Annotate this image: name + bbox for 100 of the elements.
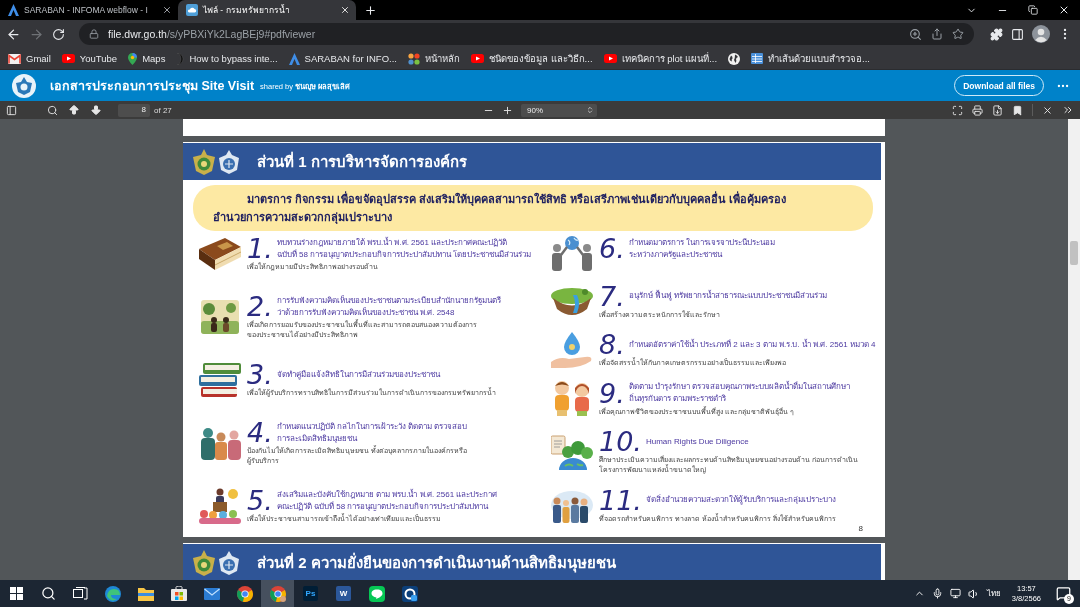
bookmark-link[interactable]: Maps: [128, 52, 166, 65]
bookmark-link[interactable]: หน้าหลัก: [407, 51, 460, 66]
item-number: 1.: [247, 235, 273, 262]
globe-icon[interactable]: [728, 52, 741, 65]
address-field[interactable]: file.dwr.go.th/s/yPBXiYk2LagBEj9#pdfviewer: [79, 23, 974, 45]
bookmark-link[interactable]: SARABAN for INFO...: [288, 52, 397, 65]
browser-tab[interactable]: ไฟล์ - กรมทรัพยากรน้ำ: [178, 0, 356, 20]
triangle-logo-icon: [8, 4, 19, 16]
select-arrows-icon: [586, 106, 594, 114]
task-view-icon[interactable]: [72, 587, 88, 600]
shopping-bag-icon: [170, 586, 187, 601]
bookmark-link[interactable]: ทำเส้นด้วยแบบสำรวจอ...: [751, 51, 870, 66]
emblem-icon: [219, 149, 239, 174]
cloud-icon: [186, 4, 198, 16]
taskbar-button[interactable]: Ps: [294, 580, 327, 607]
taskbar-button[interactable]: W: [327, 580, 360, 607]
envelope-icon: [8, 53, 21, 64]
search-icon[interactable]: [40, 586, 56, 601]
page-number: 8: [858, 524, 863, 533]
scrollbar[interactable]: [1068, 119, 1080, 580]
intro-callout: มาตรการ กิจกรรม เพื่อขจัดอุปสรรค ส่งเสริมให้บุคคลสามารถใช้สิทธิ หรือเสรีภาพเช่นเดียวกับบุคคลอื่น เพื่อคุ้มครอง อำนวยการความสะดวกกลุ่มเปราะบาง: [193, 185, 873, 231]
print-icon[interactable]: [972, 104, 983, 116]
item-number: 10.: [599, 428, 642, 456]
start-icon[interactable]: [9, 587, 23, 600]
item-title: อนุรักษ์ ฟื้นฟู ทรัพยากรน้ำสาธารณะแบบประชาชนมีส่วนร่วม: [628, 290, 829, 303]
chrome-icon: [269, 585, 286, 602]
bookmark-link[interactable]: How to bypass inte...: [176, 52, 278, 65]
crescent-icon: [176, 52, 185, 65]
item-title: ทบทวนร่างกฎหมายภายใต้ พรบ.น้ำ พ.ศ. 2561 และประกาศคณะปฏิวัติ ฉบับที่ 58 การอนุญาตประกอบกิจการประปาสัมปทาน โดยประชาชนมีส่วนร่วม: [276, 236, 533, 261]
item-title: Human Rights Due Diligence: [645, 435, 750, 448]
zoom-select[interactable]: 90%: [521, 103, 597, 117]
item-number: 9.: [599, 379, 625, 407]
play-icon: [470, 54, 484, 63]
bookmark-icon[interactable]: [1012, 104, 1023, 116]
close-icon[interactable]: [1042, 104, 1053, 116]
bookmark-link[interactable]: YouTube: [61, 53, 118, 64]
zoom-in-icon[interactable]: [502, 104, 513, 116]
flower-logo-icon: [407, 52, 420, 65]
bookmark-link[interactable]: ชนิดของข้อมูล และวิธีก...: [470, 51, 593, 66]
arrow-down-icon[interactable]: [90, 104, 102, 116]
emblem-icon: [193, 549, 215, 576]
item-number: 8.: [599, 331, 625, 359]
back-icon[interactable]: [6, 26, 21, 42]
side-panel-icon[interactable]: [1011, 27, 1024, 41]
books-stack-icon: [199, 361, 241, 398]
emblem-icon: [12, 73, 36, 98]
page-count-text: of 27: [154, 105, 172, 115]
play-icon: [61, 54, 75, 63]
app-icon: Ps: [303, 586, 318, 601]
reload-icon[interactable]: [52, 27, 65, 41]
search-icon[interactable]: [47, 104, 58, 116]
section-title: ส่วนที่ 2 ความยั่งยืนของการดำเนินงานด้านสิทธิมนุษยชน: [257, 551, 616, 575]
item-title: การรับฟังความคิดเห็นของประชาชนตามระเบียบสำนักนายกรัฐมนตรี ว่าด้วยการรับฟังความคิดเห็นของประชาชน พ.ศ. 2548: [276, 294, 502, 319]
scrollbar-thumb[interactable]: [1070, 241, 1078, 265]
sidebar-toggle-icon[interactable]: [6, 104, 17, 116]
volume-icon[interactable]: [967, 587, 980, 600]
bookmark-link[interactable]: Gmail: [8, 53, 51, 64]
url-text: file.dwr.go.th/s/yPBXiYk2LagBEj9#pdfviewer: [108, 28, 317, 40]
emblem-icon: [193, 148, 215, 175]
play-icon: [603, 54, 617, 63]
item-title: กำหนดอัตราค่าใช้น้ำ ประเภทที่ 2 และ 3 ตาม พ.ร.บ. น้ำ พ.ศ. 2561 หมวด 4: [628, 338, 877, 351]
app-icon: W: [336, 586, 351, 601]
avatar-icon[interactable]: [1032, 25, 1050, 43]
book-icon: [199, 235, 241, 272]
restore-icon[interactable]: [1028, 5, 1038, 15]
arrow-up-icon[interactable]: [68, 104, 80, 116]
fullscreen-icon[interactable]: [952, 104, 963, 116]
item-title: กำหนดมาตรการ ในการเจรจาประนีประนอม ระหว่างภาครัฐและประชาชน: [628, 236, 776, 261]
close-icon[interactable]: [340, 5, 350, 15]
bookmark-link[interactable]: เทคนิคการ plot แผนที่...: [603, 51, 718, 66]
chevrons-right-icon[interactable]: [1062, 104, 1074, 116]
item-title: กำหนดแนวปฏิบัติ กลไกในการเฝ้าระวัง ติดตาม ตรวจสอบ การละเมิดสิทธิมนุษยชน: [276, 420, 469, 445]
microphone-icon[interactable]: [931, 588, 943, 599]
chat-bubble-icon: [368, 585, 385, 602]
speaker-crowd-icon: [199, 487, 241, 524]
language-button[interactable]: ไทย: [986, 587, 1001, 600]
item-number: 7.: [599, 282, 625, 310]
download-icon[interactable]: [992, 104, 1003, 116]
item-title: ติดตาม บำรุงรักษา ตรวจสอบคุณภาพระบบผลิตน้ำดื่มในสถานศึกษา ถิ่นทุรกันดาร ตามพระราชดำริ: [628, 381, 852, 406]
star-icon[interactable]: [952, 28, 964, 40]
plus-icon[interactable]: [364, 4, 377, 17]
item-title: ส่งเสริมและบังคับใช้กฎหมาย ตาม พรบ.น้ำ พ.ศ. 2561 และประกาศ คณะปฏิวัติ ฉบับที่ 58 การอนุญาตประกอบกิจการประปาสัมปทาน: [276, 488, 499, 513]
close-icon[interactable]: [162, 5, 172, 15]
browser-tab[interactable]: SARABAN - INFOMA webflow - I: [0, 0, 178, 20]
page-number-field[interactable]: 8: [118, 103, 150, 117]
puzzle-icon[interactable]: [990, 27, 1003, 41]
edge-icon: [104, 585, 121, 602]
item-title: จัดสิ่งอำนวยความสะดวกให้ผู้รับบริการและกลุ่มเปราะบาง: [645, 494, 837, 507]
item-title: จัดทำคู่มือแจ้งสิทธิในการมีส่วนร่วมของประชาชน: [276, 368, 442, 381]
item-number: 2.: [247, 293, 273, 320]
share-icon[interactable]: [931, 28, 943, 40]
item-number: 6.: [599, 235, 625, 262]
folder-icon: [137, 586, 154, 601]
network-icon[interactable]: [949, 588, 961, 599]
close-icon[interactable]: [1058, 4, 1070, 16]
mail-icon: [203, 587, 220, 600]
item-number: 3.: [247, 361, 273, 388]
item-number: 5.: [247, 487, 273, 514]
table-icon: [751, 53, 764, 64]
zoom-icon[interactable]: [909, 27, 922, 41]
